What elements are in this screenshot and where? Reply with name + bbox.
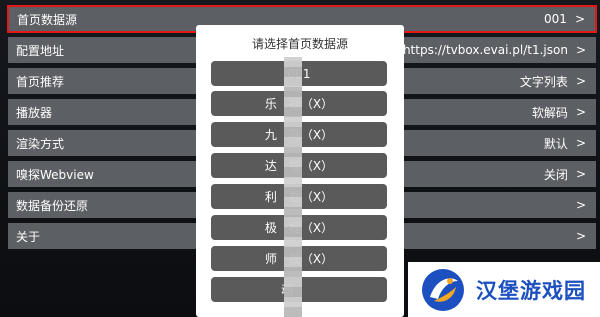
setting-value: 001 > [544, 12, 585, 26]
setting-label: 首页推荐 [16, 74, 65, 89]
setting-value-text: 默认 [543, 136, 568, 151]
settings-screen: 首页数据源 001 > 配置地址 https://tvbox.evai.pl/t… [0, 0, 600, 317]
setting-value-text: 001 [544, 12, 567, 26]
setting-value-text: https://tvbox.evai.pl/t1.json [402, 43, 568, 57]
setting-value: 软解码 > [532, 104, 586, 121]
privacy-blur-overlay [284, 57, 302, 317]
chevron-right-icon: > [575, 105, 586, 119]
setting-label: 播放器 [16, 105, 53, 120]
chevron-right-icon: > [575, 198, 586, 212]
chevron-right-icon: > [575, 229, 586, 243]
chevron-right-icon: > [575, 74, 586, 88]
dialog-title: 请选择首页数据源 [251, 37, 348, 51]
hamburger-logo-icon [422, 268, 464, 311]
setting-label: 关于 [16, 229, 41, 244]
chevron-right-icon: > [574, 12, 585, 26]
setting-label: 配置地址 [16, 43, 65, 58]
chevron-right-icon: > [575, 136, 586, 150]
setting-value: > [568, 229, 586, 243]
chevron-right-icon: > [575, 167, 586, 181]
setting-value-text: 关闭 [543, 167, 568, 182]
setting-value-text: 软解码 [531, 105, 568, 120]
watermark-text: 汉堡游戏园 [476, 278, 586, 303]
setting-value: https://tvbox.evai.pl/t1.json > [403, 43, 586, 57]
setting-label: 嗅探Webview [16, 167, 94, 182]
setting-value-text: 文字列表 [519, 74, 568, 89]
watermark: 汉堡游戏园 [408, 262, 600, 317]
setting-value: > [568, 198, 586, 212]
setting-value: 文字列表 > [520, 73, 586, 90]
setting-value: 默认 > [544, 135, 586, 152]
setting-value: 关闭 > [544, 166, 586, 183]
setting-label: 数据备份还原 [16, 198, 89, 213]
setting-label: 首页数据源 [17, 12, 78, 27]
setting-label: 渲染方式 [16, 136, 65, 151]
chevron-right-icon: > [575, 43, 586, 57]
